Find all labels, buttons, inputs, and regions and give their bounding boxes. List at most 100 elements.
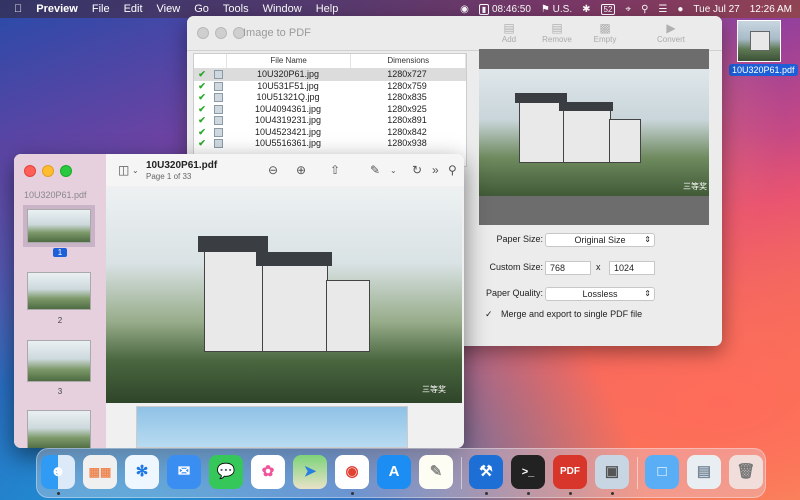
table-row[interactable]: ✔ 10U5516361.jpg 1280x938 (194, 138, 466, 150)
custom-height-field[interactable]: 1024 (609, 261, 655, 275)
dock: ☻ ▦▦ ✻ ✉ 💬 ✿ ➤ ◉ A ✎ ⚒ >_ PDF ▣ □ ▤ 🗑 (36, 448, 766, 498)
menu-help[interactable]: Help (316, 3, 339, 15)
paper-quality-select[interactable]: Lossless ⇕ (545, 287, 655, 301)
preview-sidebar: 10U320P61.pdf 1 2 3 (14, 154, 106, 448)
menubar-date[interactable]: Tue Jul 27 (693, 4, 739, 15)
check-icon: ✔ (198, 126, 206, 137)
house-building (563, 109, 611, 163)
safari-icon[interactable]: ✻ (125, 455, 159, 489)
image-thumb-icon (210, 104, 226, 116)
close-button[interactable] (197, 27, 209, 39)
xcode-icon[interactable]: ⚒ (469, 455, 503, 489)
desktop-file-icon[interactable]: 10U320P61.pdf (729, 20, 798, 76)
dimensions-cell: 1280x842 (387, 126, 427, 137)
bluetooth-icon[interactable]: ✱ (582, 4, 590, 15)
column-file-name[interactable]: File Name (227, 54, 352, 68)
maps-icon[interactable]: ➤ (293, 455, 327, 489)
house-building (204, 250, 264, 352)
battery-level-badge[interactable]: 52 (600, 3, 616, 15)
battery-time-status[interactable]: ▮ 08:46:50 (478, 3, 531, 15)
more-tools-icon[interactable]: » (432, 163, 439, 177)
merge-label: Merge and export to single PDF file (501, 309, 643, 319)
zoom-out-icon[interactable]: ⊖ (268, 163, 278, 177)
sidebar-document-title: 10U320P61.pdf (24, 190, 87, 200)
wifi-status-icon[interactable]: ◉ (460, 4, 469, 15)
search-icon[interactable]: ⚲ (448, 163, 457, 177)
apple-menu-icon[interactable]:  (14, 3, 22, 15)
custom-width-field[interactable]: 768 (545, 261, 591, 275)
preview-app-icon[interactable]: ▣ (595, 455, 629, 489)
page-thumbnail-1[interactable] (23, 205, 95, 247)
table-row[interactable]: ✔ 10U531F51.jpg 1280x759 (194, 81, 466, 93)
check-icon: ✔ (198, 115, 206, 125)
app-store-icon[interactable]: A (377, 455, 411, 489)
empty-button[interactable]: ▩ Empty (584, 21, 626, 44)
page-thumbnail-4[interactable] (27, 410, 91, 448)
menu-tools[interactable]: Tools (223, 3, 249, 15)
dimensions-cell: 1280x938 (387, 138, 427, 148)
table-row[interactable]: ✔ 10U4319231.jpg 1280x891 (194, 115, 466, 127)
house-roof (256, 252, 332, 266)
documents-stack-icon[interactable]: ▤ (687, 455, 721, 489)
page-2-preview (136, 406, 408, 448)
table-row[interactable]: ✔ 10U51321Q.jpg 1280x835 (194, 92, 466, 104)
remove-button[interactable]: ▤ Remove (536, 21, 578, 44)
page-thumbnail-3[interactable] (27, 340, 91, 382)
minimize-button[interactable] (42, 165, 54, 177)
terminal-icon[interactable]: >_ (511, 455, 545, 489)
table-row[interactable]: ✔ 10U4523421.jpg 1280x842 (194, 127, 466, 139)
merge-checkbox[interactable]: ✓ (485, 309, 495, 319)
paper-size-label: Paper Size: (496, 234, 543, 244)
keyboard-layout-text: U.S. (552, 3, 573, 15)
convert-button[interactable]: ▶ Convert (650, 21, 692, 44)
trash-icon[interactable]: 🗑 (729, 455, 763, 489)
file-name-cell: 10U4319231.jpg (254, 115, 322, 125)
table-row[interactable]: ✔ 10U4094361.jpg 1280x925 (194, 104, 466, 116)
chevron-down-icon[interactable]: ⌄ (132, 166, 139, 175)
menu-file[interactable]: File (92, 3, 110, 15)
sidebar-toggle-icon[interactable]: ◫ (118, 163, 129, 177)
image-preview-pane: 三等奖 (479, 49, 709, 225)
house-roof (559, 102, 613, 111)
table-header-blank (194, 54, 227, 68)
markup-pen-icon[interactable]: ✎ (370, 163, 380, 177)
siri-icon[interactable]: ● (677, 4, 683, 15)
textedit-icon[interactable]: ✎ (419, 455, 453, 489)
chrome-icon[interactable]: ◉ (335, 455, 369, 489)
chevron-down-icon[interactable]: ⌄ (390, 166, 397, 175)
search-icon[interactable]: ⚲ (641, 4, 648, 15)
table-row[interactable]: ✔ 10U320P61.jpg 1280x727 (194, 69, 466, 81)
share-icon[interactable]: ⇧ (330, 163, 340, 177)
menu-window[interactable]: Window (263, 3, 302, 15)
control-center-icon[interactable]: ☰ (658, 4, 667, 15)
column-dimensions[interactable]: Dimensions (351, 54, 466, 68)
zoom-in-icon[interactable]: ⊕ (296, 163, 306, 177)
finder-icon[interactable]: ☻ (41, 455, 75, 489)
document-view[interactable]: 三等奖 (106, 186, 464, 448)
window-title: Image to PDF (243, 27, 311, 39)
page-thumbnail-2[interactable] (27, 272, 91, 310)
running-indicator (351, 492, 354, 495)
house-building (609, 119, 641, 163)
messages-icon[interactable]: 💬 (209, 455, 243, 489)
menu-preview[interactable]: Preview (36, 3, 78, 15)
image-to-pdf-app-icon[interactable]: PDF (553, 455, 587, 489)
launchpad-icon[interactable]: ▦▦ (83, 455, 117, 489)
wifi-icon[interactable]: ⌖ (625, 4, 631, 15)
keyboard-input-menu[interactable]: ⚑ U.S. (541, 4, 572, 15)
minimize-button[interactable] (215, 27, 227, 39)
downloads-folder-icon[interactable]: □ (645, 455, 679, 489)
menubar-time[interactable]: 12:26 AM (750, 4, 792, 15)
rotate-icon[interactable]: ↻ (412, 163, 422, 177)
menu-view[interactable]: View (157, 3, 181, 15)
mail-icon[interactable]: ✉ (167, 455, 201, 489)
zoom-button[interactable] (60, 165, 72, 177)
battery-time-text: 08:46:50 (491, 3, 531, 15)
menu-edit[interactable]: Edit (124, 3, 143, 15)
menu-go[interactable]: Go (194, 3, 209, 15)
paper-size-select[interactable]: Original Size ⇕ (545, 233, 655, 247)
add-button[interactable]: ▤ Add (488, 21, 530, 44)
pdf-file-thumbnail (737, 20, 781, 62)
close-button[interactable] (24, 165, 36, 177)
photos-icon[interactable]: ✿ (251, 455, 285, 489)
